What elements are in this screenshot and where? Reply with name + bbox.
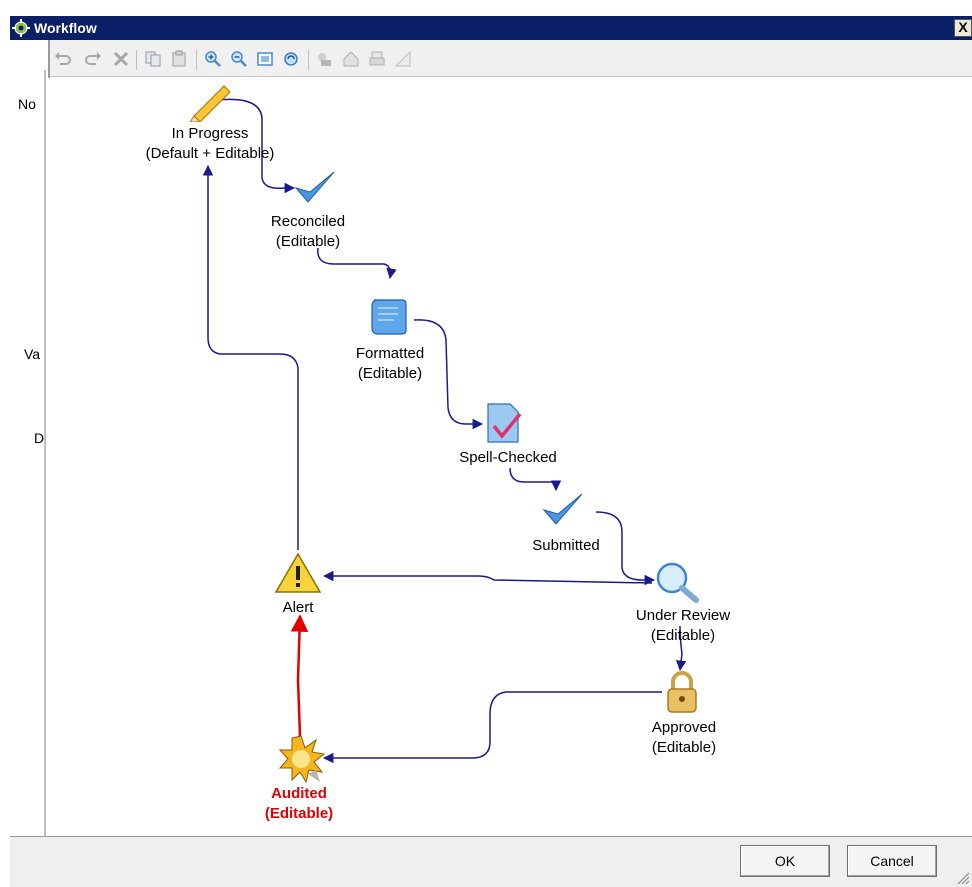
node-title: Alert [282, 599, 314, 616]
node-in-progress[interactable]: In Progress (Default + Editable) [130, 124, 290, 164]
delete-icon[interactable] [112, 50, 130, 68]
lock-icon[interactable] [664, 670, 700, 714]
node-title: Audited [271, 785, 327, 802]
node-subtitle: (Editable) [357, 365, 423, 382]
node-title: Spell-Checked [459, 449, 557, 466]
checkmark-icon[interactable] [542, 492, 584, 530]
connector-reconciled-formatted [317, 247, 397, 280]
home-icon[interactable] [342, 50, 360, 68]
copy-icon[interactable] [144, 50, 162, 68]
node-subtitle: (Editable) [651, 739, 717, 756]
connector-audited-alert [290, 614, 309, 737]
title-bar[interactable]: Workflow X [10, 16, 972, 40]
toolbar-separator [136, 50, 137, 70]
node-alert[interactable]: Alert [258, 598, 338, 618]
connector-approved-audited [322, 691, 662, 764]
parent-label: Va [24, 346, 41, 362]
spell-check-icon[interactable] [484, 402, 524, 446]
toolbar-separator [308, 50, 309, 70]
layout-icon[interactable] [316, 50, 334, 68]
checkmark-icon[interactable] [294, 170, 336, 208]
node-title: Approved [651, 719, 717, 736]
print-icon[interactable] [368, 50, 386, 68]
node-subtitle: (Editable) [264, 805, 334, 822]
paste-icon[interactable] [170, 50, 188, 68]
resize-grip-icon[interactable] [956, 871, 970, 885]
zoom-out-icon[interactable] [230, 50, 248, 68]
connector-spell-checked-submitted [509, 467, 562, 492]
toolbar-separator [196, 50, 197, 70]
ok-button[interactable]: OK [740, 845, 830, 877]
toolbar [48, 40, 972, 77]
node-audited[interactable]: Audited (Editable) [244, 784, 354, 824]
node-title: Formatted [355, 345, 425, 362]
node-subtitle: (Editable) [650, 627, 716, 644]
node-under-review[interactable]: Under Review (Editable) [618, 606, 748, 646]
redo-icon[interactable] [84, 50, 102, 68]
warning-icon[interactable] [274, 552, 322, 594]
starburst-icon[interactable] [276, 734, 326, 784]
parent-label: D [34, 430, 45, 446]
node-reconciled[interactable]: Reconciled (Editable) [248, 212, 368, 252]
cancel-button[interactable]: Cancel [847, 845, 937, 877]
workflow-canvas[interactable]: In Progress (Default + Editable) Reconci… [48, 78, 972, 836]
node-approved[interactable]: Approved (Editable) [624, 718, 744, 758]
triangle-icon[interactable] [394, 50, 412, 68]
node-formatted[interactable]: Formatted (Editable) [330, 344, 450, 384]
scroll-icon[interactable] [366, 296, 410, 338]
undo-icon[interactable] [54, 50, 72, 68]
window-title: Workflow [34, 20, 97, 36]
connector-under-review-alert [322, 570, 653, 584]
node-spell-checked[interactable]: Spell-Checked [440, 448, 576, 468]
node-title: Submitted [532, 537, 600, 554]
fit-icon[interactable] [256, 50, 274, 68]
close-button[interactable]: X [954, 19, 972, 37]
refresh-icon[interactable] [282, 50, 300, 68]
node-subtitle: (Editable) [275, 233, 341, 250]
zoom-in-icon[interactable] [204, 50, 222, 68]
pencil-icon[interactable] [186, 78, 234, 122]
dialog-footer: OK Cancel [10, 836, 972, 887]
node-title: In Progress [171, 125, 249, 142]
gear-icon [12, 19, 30, 37]
node-title: Reconciled [270, 213, 346, 230]
divider [44, 70, 46, 870]
node-subtitle: (Default + Editable) [145, 145, 275, 162]
magnifier-icon[interactable] [654, 560, 700, 604]
node-title: Under Review [635, 607, 731, 624]
node-submitted[interactable]: Submitted [506, 536, 626, 556]
workflow-window: Workflow X No Va D In Progress (Default … [0, 0, 972, 887]
parent-label: No [18, 96, 36, 112]
